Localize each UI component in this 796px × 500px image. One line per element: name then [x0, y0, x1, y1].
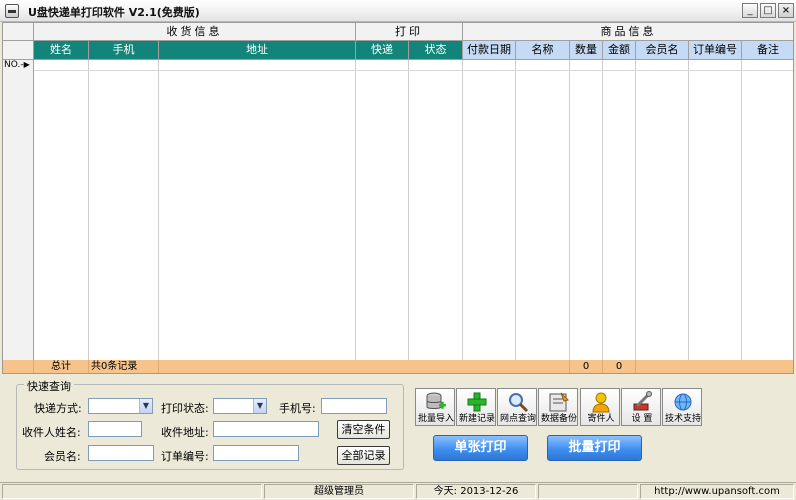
settings-label: 设 置: [631, 414, 653, 424]
outlet-query-button[interactable]: 网点查询: [497, 388, 537, 426]
clear-conditions-button[interactable]: 清空条件: [337, 420, 390, 439]
close-button[interactable]: ×: [778, 3, 794, 18]
total-corner: [3, 360, 34, 373]
row-header-corner: [3, 41, 34, 60]
row-marker: NO.-▶: [4, 60, 30, 70]
col-pay-date[interactable]: 付款日期: [463, 41, 516, 60]
print-status-label: 打印状态:: [161, 402, 209, 415]
express-label: 快递方式:: [34, 402, 82, 415]
batch-print-button[interactable]: 批量打印: [547, 435, 642, 461]
order-no-input[interactable]: [213, 445, 299, 461]
row-header-column: [3, 60, 34, 360]
col-quantity[interactable]: 数量: [570, 41, 603, 60]
chevron-down-icon[interactable]: ▼: [139, 399, 152, 413]
total-records: 共0条记录: [89, 360, 159, 373]
column-body: [689, 60, 742, 360]
column-body: [570, 60, 603, 360]
col-address[interactable]: 地址: [159, 41, 356, 60]
col-order-no[interactable]: 订单编号: [689, 41, 742, 60]
status-empty-segment: [2, 484, 262, 499]
express-select[interactable]: ▼: [88, 398, 153, 414]
new-record-label: 新建记录: [458, 414, 495, 424]
chevron-down-icon[interactable]: ▼: [253, 399, 266, 413]
tech-support-label: 技术支持: [664, 414, 701, 424]
column-body: [516, 60, 570, 360]
printer-icon: [5, 4, 19, 18]
window-title: U盘快递单打印软件 V2.1(免费版): [28, 6, 200, 19]
total-label: 总计: [34, 360, 89, 373]
column-body: [603, 60, 636, 360]
plus-icon: [467, 392, 487, 412]
batch-import-button[interactable]: 批量导入: [415, 388, 455, 426]
status-empty-segment: [538, 484, 638, 499]
column-body: [636, 60, 689, 360]
status-url[interactable]: http://www.upansoft.com: [640, 484, 794, 499]
column-body: [356, 60, 409, 360]
address-label: 收件地址:: [161, 426, 209, 439]
outlet-query-label: 网点查询: [499, 414, 536, 424]
col-status[interactable]: 状态: [409, 41, 463, 60]
col-name[interactable]: 姓名: [34, 41, 89, 60]
col-product-name[interactable]: 名称: [516, 41, 570, 60]
status-user: 超级管理员: [264, 484, 414, 499]
database-import-icon: [426, 392, 446, 409]
title-bar: U盘快递单打印软件 V2.1(免费版) _ □ ×: [0, 0, 796, 22]
col-remark[interactable]: 备注: [742, 41, 793, 60]
column-body: [89, 60, 159, 360]
batch-import-label: 批量导入: [417, 414, 454, 424]
magnifier-icon: [509, 393, 529, 413]
all-records-button[interactable]: 全部记录: [337, 446, 390, 465]
col-amount[interactable]: 金额: [603, 41, 636, 60]
new-record-button[interactable]: 新建记录: [456, 388, 496, 426]
user-icon: [592, 392, 610, 413]
corner-cell: [3, 23, 34, 41]
print-status-select[interactable]: ▼: [213, 398, 267, 414]
phone-label: 手机号:: [279, 402, 316, 415]
maximize-button[interactable]: □: [760, 3, 776, 18]
globe-icon: [674, 393, 692, 411]
receiver-name-input[interactable]: [88, 421, 142, 437]
records-grid[interactable]: 收货信息 打印 商品信息 姓名 手机 地址 快递 状态 付款日期 名称 数量 金…: [2, 22, 794, 374]
data-backup-label: 数据备份: [540, 414, 577, 424]
status-bar: 超级管理员 今天: 2013-12-26 http://www.upansoft…: [0, 482, 796, 500]
col-member[interactable]: 会员名: [636, 41, 689, 60]
status-date: 今天: 2013-12-26: [416, 484, 536, 499]
sender-button[interactable]: 寄件人: [580, 388, 620, 426]
column-body: [34, 60, 89, 360]
data-backup-button[interactable]: 数据备份: [538, 388, 578, 426]
col-phone[interactable]: 手机: [89, 41, 159, 60]
total-quantity: 0: [570, 360, 603, 373]
column-body: [742, 60, 793, 360]
sender-label: 寄件人: [587, 414, 615, 424]
column-body: [159, 60, 356, 360]
settings-icon: [633, 391, 652, 411]
backup-icon: [549, 392, 569, 412]
phone-input[interactable]: [321, 398, 387, 414]
single-print-button[interactable]: 单张打印: [433, 435, 528, 461]
member-label: 会员名:: [44, 450, 81, 463]
settings-button[interactable]: 设 置: [621, 388, 661, 426]
column-body: [409, 60, 463, 360]
total-row: 总计 共0条记录 0 0: [3, 360, 793, 373]
group-receiver-info: 收货信息: [34, 23, 356, 41]
minimize-button[interactable]: _: [742, 3, 758, 18]
group-product-info: 商品信息: [463, 23, 793, 41]
quick-query-legend: 快速查询: [24, 378, 74, 394]
total-blank: [159, 360, 570, 373]
group-print: 打印: [356, 23, 463, 41]
total-amount: 0: [603, 360, 636, 373]
col-express[interactable]: 快递: [356, 41, 409, 60]
order-no-label: 订单编号:: [161, 450, 209, 463]
address-input[interactable]: [213, 421, 319, 437]
member-input[interactable]: [88, 445, 154, 461]
column-body: [463, 60, 516, 360]
row-divider: [34, 70, 793, 71]
tech-support-button[interactable]: 技术支持: [662, 388, 702, 426]
receiver-name-label: 收件人姓名:: [22, 426, 81, 439]
